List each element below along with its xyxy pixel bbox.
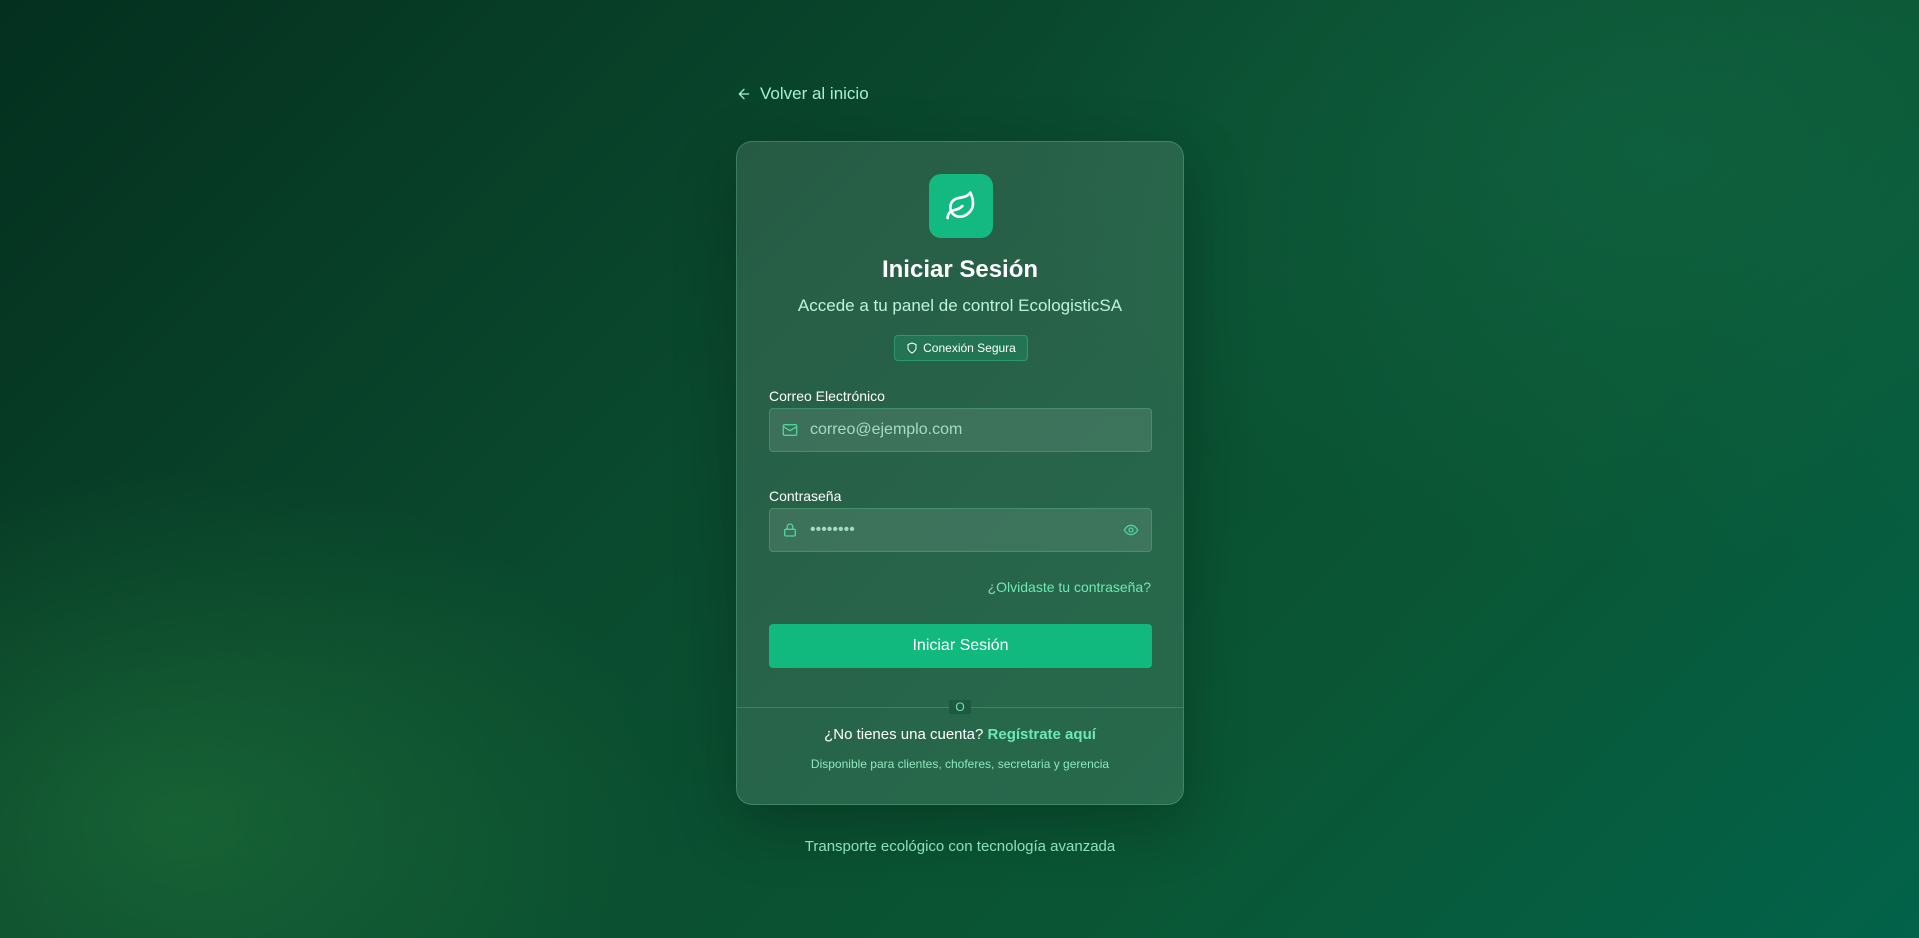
lock-icon — [784, 523, 796, 537]
divider-text: O — [949, 700, 971, 714]
signup-prompt: ¿No tienes una cuenta? Regístrate aquí — [737, 726, 1183, 743]
app-logo — [929, 174, 993, 238]
footer-tagline: Transporte ecológico con tecnología avan… — [804, 838, 1116, 855]
secure-badge-label: Conexión Segura — [923, 341, 1016, 355]
password-field-wrapper — [769, 508, 1152, 552]
password-field[interactable] — [798, 509, 1123, 551]
forgot-password-link[interactable]: ¿Olvidaste tu contraseña? — [988, 579, 1151, 595]
password-label: Contraseña — [769, 488, 842, 504]
back-link-label: Volver al inicio — [760, 84, 869, 103]
email-field-wrapper — [769, 408, 1152, 452]
shield-icon — [907, 342, 917, 354]
page-subtitle: Accede a tu panel de control Ecologistic… — [797, 296, 1123, 315]
divider-label: O — [737, 700, 1183, 714]
mail-icon — [782, 424, 798, 436]
signup-prompt-text: ¿No tienes una cuenta? — [824, 726, 984, 743]
back-to-home-link[interactable]: Volver al inicio — [736, 84, 869, 104]
eye-icon[interactable] — [1123, 522, 1139, 538]
login-button[interactable]: Iniciar Sesión — [769, 624, 1152, 668]
availability-note: Disponible para clientes, choferes, secr… — [810, 757, 1110, 771]
login-card: Iniciar Sesión Accede a tu panel de cont… — [736, 141, 1184, 805]
signup-link[interactable]: Regístrate aquí — [988, 726, 1096, 743]
email-label: Correo Electrónico — [769, 388, 885, 404]
secure-connection-badge: Conexión Segura — [894, 335, 1028, 361]
page-title: Iniciar Sesión — [881, 256, 1039, 283]
email-field[interactable] — [798, 409, 1151, 451]
arrow-left-icon — [738, 88, 750, 100]
leaf-icon — [946, 191, 975, 220]
